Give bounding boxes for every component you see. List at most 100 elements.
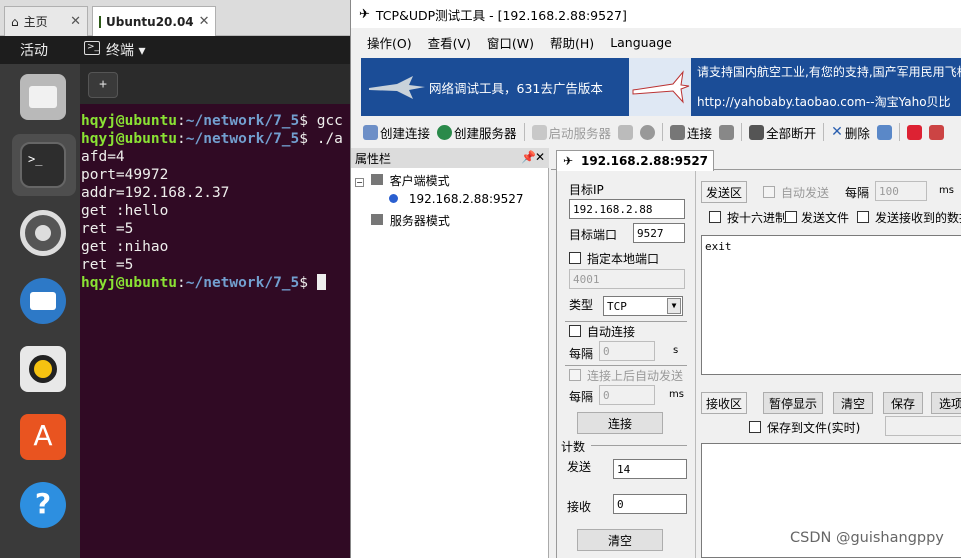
interval-unit: s bbox=[673, 345, 679, 356]
target-ip-input[interactable]: 192.168.2.88 bbox=[569, 199, 685, 219]
close-panel-button[interactable]: ✕ bbox=[535, 150, 545, 164]
send-interval-unit: ms bbox=[939, 185, 954, 196]
client-mode-label: 客户端模式 bbox=[389, 174, 450, 188]
reconnect-interval-input[interactable]: 0 bbox=[599, 341, 655, 361]
auto-connect-label: 自动连接 bbox=[587, 325, 636, 339]
save-to-file-checkbox[interactable] bbox=[749, 421, 761, 433]
send-received-checkbox[interactable] bbox=[857, 211, 869, 223]
terminal-line: hqyj@ubuntu:~/network/7_5$ ./a bbox=[81, 130, 343, 148]
menu-help[interactable]: 帮助(H) bbox=[550, 33, 594, 52]
settings-icon[interactable] bbox=[20, 210, 66, 256]
local-port-checkbox[interactable] bbox=[569, 252, 581, 264]
menu-operate[interactable]: 操作(O) bbox=[367, 33, 412, 52]
tools-button[interactable] bbox=[927, 124, 946, 140]
chevron-down-icon[interactable]: ▼ bbox=[667, 298, 681, 314]
hex-checkbox[interactable] bbox=[709, 211, 721, 223]
vm-icon bbox=[99, 15, 101, 28]
type-select[interactable]: TCP ▼ bbox=[603, 296, 683, 316]
disconnect-all-icon bbox=[749, 124, 765, 140]
disconnect-button[interactable] bbox=[717, 124, 736, 140]
count-label: 计数 bbox=[561, 440, 586, 454]
terminal-app-icon: >_ bbox=[84, 41, 100, 55]
target-port-input[interactable]: 9527 bbox=[633, 223, 685, 243]
prompt-user: hqyj@ubuntu bbox=[81, 113, 178, 129]
tree-server-mode[interactable]: 服务器模式 bbox=[371, 212, 450, 229]
pin-icon[interactable]: 📌 bbox=[521, 150, 536, 164]
software-icon[interactable]: A bbox=[20, 414, 66, 460]
start-server-button[interactable]: 启动服务器 bbox=[530, 123, 614, 142]
start-server-icon bbox=[531, 124, 547, 140]
connect-button[interactable]: 连接 bbox=[668, 123, 714, 142]
disconnect-all-button[interactable]: 全部断开 bbox=[747, 123, 818, 142]
toolbar-separator bbox=[898, 123, 900, 141]
create-server-button[interactable]: 创建服务器 bbox=[435, 123, 519, 142]
cancel-button[interactable] bbox=[638, 124, 657, 140]
toolbar: 创建连接 创建服务器 启动服务器 连接 全部断开 ✕ 删除 bbox=[351, 118, 961, 146]
local-port-input[interactable]: 4001 bbox=[569, 269, 685, 289]
rhythmbox-icon[interactable] bbox=[20, 346, 66, 392]
auto-send-interval-input[interactable]: 100 bbox=[875, 181, 927, 201]
vm-tab-ubuntu[interactable]: Ubuntu20.04 ✕ bbox=[92, 6, 216, 36]
vm-tab-label: 主页 bbox=[23, 15, 48, 29]
app-menu[interactable]: 终端 ▾ bbox=[106, 40, 145, 60]
server-mode-icon bbox=[371, 214, 383, 225]
collapse-icon[interactable]: − bbox=[355, 178, 364, 187]
send-textarea[interactable]: exit bbox=[701, 235, 961, 375]
recv-count-value: 0 bbox=[613, 494, 687, 514]
terminal-icon[interactable]: >_ bbox=[20, 142, 66, 188]
client-mode-icon bbox=[370, 174, 383, 185]
send-file-checkbox[interactable] bbox=[785, 211, 797, 223]
options-button[interactable]: 选项 bbox=[931, 392, 961, 414]
pause-display-button[interactable]: 暂停显示 bbox=[763, 392, 823, 414]
clear-count-button[interactable]: 清空 bbox=[577, 529, 663, 551]
menu-language[interactable]: Language bbox=[610, 35, 672, 50]
terminal-window[interactable]: + hqyj@ubuntu:~/network/7_5$ gcc hqyj@ubu… bbox=[80, 64, 350, 558]
new-tab-label: + bbox=[99, 77, 107, 92]
help-icon[interactable]: ? bbox=[20, 482, 66, 528]
disconnect-icon bbox=[719, 124, 735, 140]
prompt-separator: : bbox=[177, 113, 186, 129]
tree-client-item[interactable]: 192.168.2.88:9527 bbox=[389, 192, 524, 206]
tree-client-mode[interactable]: − 客户端模式 bbox=[355, 172, 450, 189]
auto-connect-checkbox[interactable] bbox=[569, 325, 581, 337]
stop-server-button[interactable] bbox=[616, 124, 635, 140]
thunderbird-icon[interactable] bbox=[20, 278, 66, 324]
connect-button[interactable]: 连接 bbox=[577, 412, 663, 434]
recv-area-button[interactable]: 接收区 bbox=[701, 392, 747, 414]
send-file-label: 发送文件 bbox=[801, 211, 850, 225]
recv-count-label: 接收 bbox=[567, 500, 592, 514]
delete-button[interactable]: ✕ 删除 bbox=[829, 123, 872, 142]
toolbar-label: 启动服务器 bbox=[548, 125, 612, 141]
power-button[interactable] bbox=[905, 124, 924, 140]
save-path-input[interactable] bbox=[885, 416, 961, 436]
prompt-separator: : bbox=[177, 275, 186, 291]
toolbar-separator bbox=[662, 123, 664, 141]
type-select-value: TCP bbox=[607, 300, 627, 313]
close-icon[interactable]: ✕ bbox=[70, 14, 81, 29]
send-interval-input[interactable]: 0 bbox=[599, 385, 655, 405]
activities-button[interactable]: 活动 bbox=[20, 40, 48, 60]
ad-banner[interactable]: 网络调试工具，631去广告版本 请支持国内航空工业,有您的支持,国产军用民用飞机… bbox=[361, 58, 961, 116]
close-icon[interactable]: ✕ bbox=[199, 14, 210, 29]
send-area-button[interactable]: 发送区 bbox=[701, 181, 747, 203]
auto-send-checkbox[interactable] bbox=[763, 186, 775, 198]
network-button[interactable] bbox=[875, 124, 894, 140]
create-connection-button[interactable]: 创建连接 bbox=[361, 123, 432, 142]
menu-window[interactable]: 窗口(W) bbox=[487, 33, 534, 52]
auto-send-after-connect-checkbox[interactable] bbox=[569, 369, 581, 381]
title-bar: ✈ TCP&UDP测试工具 - [192.168.2.88:9527] bbox=[351, 0, 961, 28]
banner-right-line2: http://yahobaby.taobao.com--淘宝Yaho贝比 bbox=[697, 95, 951, 109]
terminal-line: port=49972 bbox=[81, 167, 169, 183]
files-icon[interactable] bbox=[20, 74, 66, 120]
terminal-line: afd=4 bbox=[81, 149, 125, 165]
menu-view[interactable]: 查看(V) bbox=[428, 33, 471, 52]
toolbar-separator bbox=[523, 123, 525, 141]
tools-icon bbox=[928, 124, 944, 140]
new-tab-button[interactable]: + bbox=[88, 72, 118, 98]
vm-tab-home[interactable]: ⌂ 主页 ✕ bbox=[4, 6, 88, 36]
document-tab[interactable]: ✈ 192.168.2.88:9527 bbox=[556, 150, 714, 171]
banner-right: 请支持国内航空工业,有您的支持,国产军用民用飞机 http://yahobaby… bbox=[691, 58, 961, 116]
property-panel-title: 属性栏 bbox=[355, 151, 392, 166]
save-button[interactable]: 保存 bbox=[883, 392, 923, 414]
clear-recv-button[interactable]: 清空 bbox=[833, 392, 873, 414]
